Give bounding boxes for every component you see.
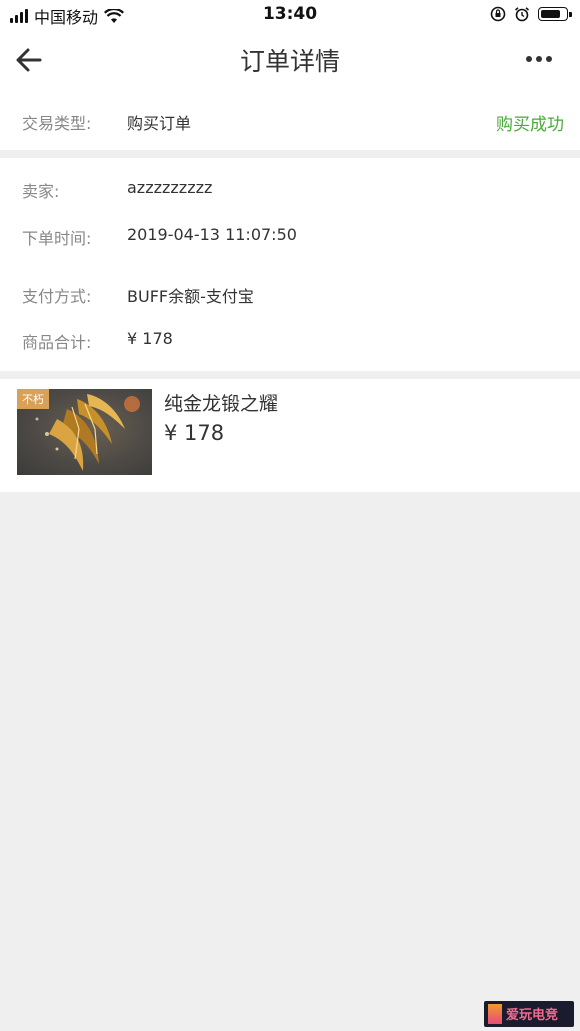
watermark-logo: 爱玩电竞: [484, 1001, 574, 1027]
total-value: ¥ 178: [127, 329, 173, 348]
status-icons: [490, 6, 572, 22]
order-time-label: 下单时间:: [22, 229, 92, 248]
status-bar: 中国移动 13:40: [0, 0, 580, 30]
rarity-badge: 不朽: [17, 389, 49, 409]
trade-type-value: 购买订单: [127, 114, 192, 133]
orientation-lock-icon: [490, 6, 506, 22]
item-card[interactable]: 不朽 纯金龙锻之耀 ¥ 178: [0, 379, 580, 492]
payment-label: 支付方式:: [22, 287, 92, 306]
total-label: 商品合计:: [22, 333, 92, 352]
order-details-section: 卖家: azzzzzzzzz 下单时间: 2019-04-13 11:07:50…: [0, 158, 580, 371]
seller-label: 卖家:: [22, 182, 60, 201]
more-icon[interactable]: [526, 56, 552, 62]
order-status: 购买成功: [496, 115, 564, 135]
alarm-icon: [514, 7, 530, 22]
seller-value: azzzzzzzzz: [127, 178, 213, 197]
order-time-value: 2019-04-13 11:07:50: [127, 225, 297, 244]
item-price: ¥ 178: [164, 421, 225, 445]
item-name: 纯金龙锻之耀: [164, 393, 279, 415]
payment-value: BUFF余额-支付宝: [127, 287, 254, 306]
item-thumbnail[interactable]: 不朽: [17, 389, 152, 475]
battery-icon: [538, 7, 572, 21]
page-title: 订单详情: [239, 47, 340, 76]
trade-type-label: 交易类型:: [22, 114, 92, 133]
trade-type-section: 交易类型: 购买订单 购买成功: [0, 90, 580, 150]
nav-bar: 订单详情: [0, 30, 580, 90]
